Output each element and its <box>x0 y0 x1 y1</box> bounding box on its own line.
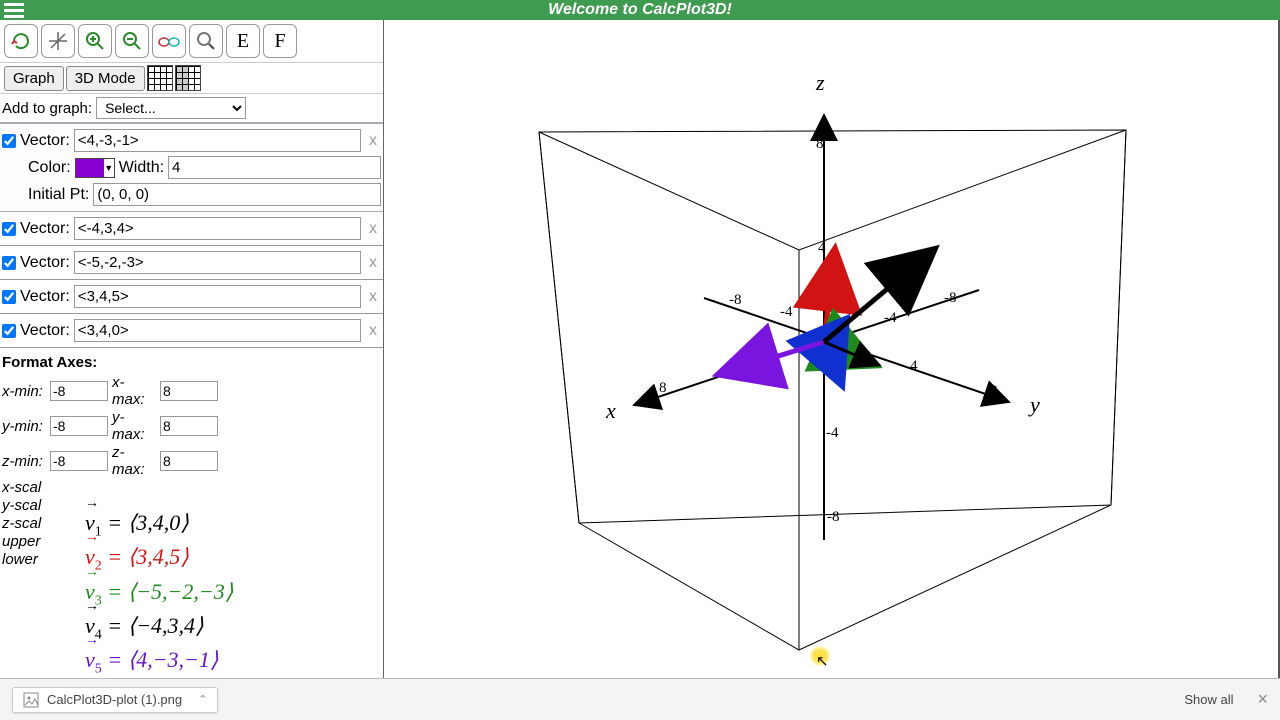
yscal-label: y-scal <box>2 497 46 514</box>
axes-icon[interactable] <box>41 24 75 58</box>
zoom-out-icon[interactable] <box>115 24 149 58</box>
image-file-icon <box>23 692 39 708</box>
initial-input-0[interactable] <box>93 183 381 206</box>
vector-enable-2[interactable] <box>2 256 16 270</box>
svg-text:8: 8 <box>659 380 667 396</box>
add-to-graph-row: Add to graph: Select... <box>0 94 383 123</box>
vector-value-2[interactable] <box>74 251 361 274</box>
vector-label-1: Vector: <box>20 220 70 238</box>
vector-value-4[interactable] <box>74 319 361 342</box>
chevron-up-icon: ⌃ <box>198 693 207 706</box>
e-button[interactable]: E <box>226 24 260 58</box>
svg-text:4: 4 <box>910 358 918 374</box>
close-icon[interactable]: × <box>1257 689 1268 710</box>
f-button[interactable]: F <box>263 24 297 58</box>
width-label-0: Width: <box>119 159 164 177</box>
ymin-input[interactable] <box>50 416 108 436</box>
format-axes-title: Format Axes: <box>2 354 381 371</box>
vector-block-4: Vector: x <box>0 314 383 348</box>
zmin-input[interactable] <box>50 451 108 471</box>
z-axis-label: z <box>816 70 825 96</box>
svg-text:-4: -4 <box>884 310 897 326</box>
svg-text:4: 4 <box>818 240 826 256</box>
refresh-icon[interactable] <box>4 24 38 58</box>
svg-text:-8: -8 <box>729 292 742 308</box>
graph-button[interactable]: Graph <box>4 66 64 91</box>
vector-block-0: Vector: x Color: ▼ Width: Initial Pt: <box>0 123 383 212</box>
vector-enable-1[interactable] <box>2 222 16 236</box>
vector-delete-1[interactable]: x <box>365 220 381 238</box>
svg-text:-4: -4 <box>826 425 839 441</box>
y-axis-label: y <box>1030 392 1040 418</box>
vector-enable-4[interactable] <box>2 324 16 338</box>
ymin-label: y-min: <box>2 418 46 435</box>
vector-delete-2[interactable]: x <box>365 254 381 272</box>
download-chip[interactable]: CalcPlot3D-plot (1).png ⌃ <box>12 687 218 713</box>
grid-full-icon[interactable] <box>147 65 173 91</box>
vector-formulas: v1 = ⟨3,4,0⟩ v2 = ⟨3,4,5⟩ v3 = ⟨−5,−2,−3… <box>85 508 233 678</box>
download-filename: CalcPlot3D-plot (1).png <box>47 692 182 707</box>
chevron-down-icon: ▼ <box>104 163 114 173</box>
zscal-label: z-scal <box>2 515 46 532</box>
vector-label-3: Vector: <box>20 288 70 306</box>
xmax-input[interactable] <box>160 381 218 401</box>
app-title: Welcome to CalcPlot3D! <box>548 1 732 19</box>
zmax-input[interactable] <box>160 451 218 471</box>
vector-label-4: Vector: <box>20 322 70 340</box>
vector-block-3: Vector: x <box>0 280 383 314</box>
vector-value-1[interactable] <box>74 217 361 240</box>
app-header: Welcome to CalcPlot3D! <box>0 0 1280 20</box>
add-label: Add to graph: <box>2 100 92 117</box>
show-all-button[interactable]: Show all <box>1172 688 1245 711</box>
graph-toolbar: Graph 3D Mode <box>0 63 383 94</box>
color-swatch-0 <box>76 159 104 177</box>
download-bar: CalcPlot3D-plot (1).png ⌃ Show all × <box>0 678 1280 720</box>
menu-icon[interactable] <box>0 0 28 20</box>
color-label-0: Color: <box>28 159 71 177</box>
vector-delete-4[interactable]: x <box>365 322 381 340</box>
svg-text:-8: -8 <box>827 509 840 525</box>
search-icon[interactable] <box>189 24 223 58</box>
svg-text:8: 8 <box>816 136 824 152</box>
color-picker-0[interactable]: ▼ <box>75 158 115 178</box>
width-input-0[interactable] <box>168 156 381 179</box>
lower-label: lower <box>2 551 46 568</box>
vector-label-2: Vector: <box>20 254 70 272</box>
vector-label-0: Vector: <box>20 132 70 150</box>
xmax-label: x-max: <box>112 374 156 408</box>
xmin-input[interactable] <box>50 381 108 401</box>
zoom-in-icon[interactable] <box>78 24 112 58</box>
x-axis-label: x <box>606 398 616 424</box>
vector-enable-0[interactable] <box>2 134 16 148</box>
zmin-label: z-min: <box>2 453 46 470</box>
upper-label: upper <box>2 533 46 550</box>
ymax-label: y-max: <box>112 409 156 443</box>
vector-block-2: Vector: x <box>0 246 383 280</box>
vector-value-0[interactable] <box>74 129 361 152</box>
vector-block-1: Vector: x <box>0 212 383 246</box>
svg-text:-8: -8 <box>944 290 957 306</box>
tool-toolbar: E F <box>0 20 383 63</box>
vector-delete-0[interactable]: x <box>365 132 381 150</box>
zmax-label: z-max: <box>112 444 156 478</box>
vector-value-3[interactable] <box>74 285 361 308</box>
svg-text:-4: -4 <box>780 304 793 320</box>
ymax-input[interactable] <box>160 416 218 436</box>
svg-text:8: 8 <box>990 383 998 399</box>
xmin-label: x-min: <box>2 383 46 400</box>
glasses-icon[interactable] <box>152 24 186 58</box>
mode-button[interactable]: 3D Mode <box>66 66 145 91</box>
control-panel: E F Graph 3D Mode Add to graph: Select..… <box>0 20 384 678</box>
xscal-label: x-scal <box>2 479 46 496</box>
plot-canvas[interactable]: 8 4 -4 -8 8 4 -4 -8 8 4 -4 -8 <box>384 20 1280 678</box>
vector-enable-3[interactable] <box>2 290 16 304</box>
grid-half-icon[interactable] <box>175 65 201 91</box>
add-select[interactable]: Select... <box>96 97 246 119</box>
vector-delete-3[interactable]: x <box>365 288 381 306</box>
cursor-icon: ↖ <box>816 652 829 670</box>
initial-label-0: Initial Pt: <box>28 186 89 204</box>
